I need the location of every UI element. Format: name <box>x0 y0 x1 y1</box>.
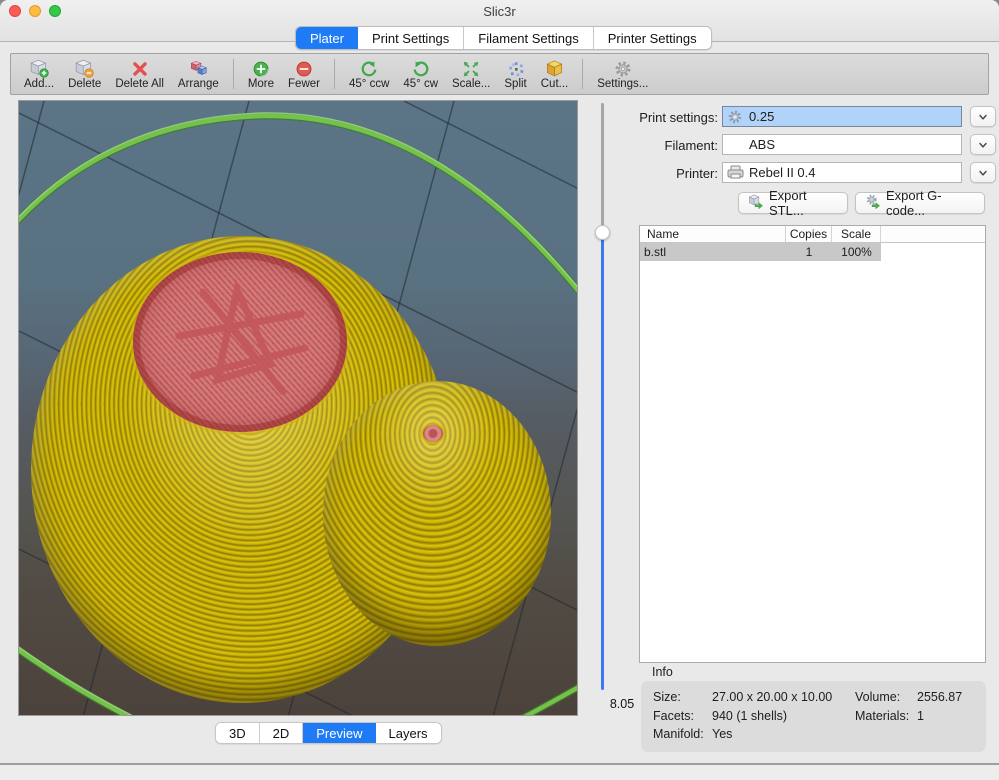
delete-button[interactable]: Delete <box>61 55 108 93</box>
titlebar: Slic3r <box>0 0 999 22</box>
cut-icon <box>545 59 564 78</box>
rotate-ccw-button[interactable]: 45° ccw <box>342 55 396 93</box>
size-value: 27.00 x 20.00 x 10.00 <box>712 690 832 704</box>
layer-slider-thumb[interactable] <box>595 225 610 240</box>
tab-preview[interactable]: Preview <box>303 723 375 743</box>
toolbar-separator <box>582 59 583 89</box>
toolbar-separator <box>233 59 234 89</box>
column-header-scale[interactable]: Scale <box>832 226 881 242</box>
print-settings-dropdown-button[interactable] <box>970 106 996 127</box>
chevron-down-icon <box>977 111 989 123</box>
fewer-button[interactable]: Fewer <box>281 55 327 93</box>
export-stl-button[interactable]: Export STL... <box>738 192 848 214</box>
add-button[interactable]: Add... <box>17 55 61 93</box>
scale-icon <box>462 59 480 78</box>
cell-name: b.stl <box>640 243 786 261</box>
table-row[interactable]: b.stl 1 100% <box>640 243 985 261</box>
scale-button[interactable]: Scale... <box>445 55 497 93</box>
export-stl-label: Export STL... <box>769 188 838 218</box>
export-gcode-label: Export G-code... <box>886 188 975 218</box>
volume-label: Volume: <box>855 690 900 704</box>
printer-label: Printer: <box>622 166 718 181</box>
info-panel: Size: 27.00 x 20.00 x 10.00 Volume: 2556… <box>641 681 986 752</box>
top-infill-small <box>423 425 443 442</box>
manifold-value: Yes <box>712 727 732 741</box>
tab-print-settings[interactable]: Print Settings <box>358 27 464 49</box>
layer-slider-track-lower[interactable] <box>601 233 604 690</box>
export-stl-icon <box>748 194 764 212</box>
tab-plater[interactable]: Plater <box>296 27 358 49</box>
plater-toolbar: Add... Delete Delete All <box>10 53 989 95</box>
sliced-model-small-dome <box>323 381 551 646</box>
tab-printer-settings[interactable]: Printer Settings <box>594 27 711 49</box>
delete-object-icon <box>75 59 94 78</box>
split-button[interactable]: Split <box>497 55 533 93</box>
settings-button[interactable]: Settings... <box>590 55 655 93</box>
layer-slider-track-upper[interactable] <box>601 103 604 233</box>
layer-height-value: 8.05 <box>600 697 644 711</box>
add-object-icon <box>30 59 49 78</box>
printer-dropdown-button[interactable] <box>970 162 996 183</box>
tab-filament-settings[interactable]: Filament Settings <box>464 27 593 49</box>
arrange-icon <box>189 59 208 78</box>
size-label: Size: <box>653 690 681 704</box>
printer-icon <box>727 165 744 180</box>
top-infill-large <box>133 252 347 432</box>
plater-3d-preview[interactable] <box>18 100 578 716</box>
object-list-table[interactable]: Name Copies Scale b.stl 1 100% <box>639 225 986 663</box>
tab-2d[interactable]: 2D <box>260 723 304 743</box>
manifold-label: Manifold: <box>653 727 704 741</box>
cell-copies: 1 <box>786 243 832 261</box>
rotate-cw-button[interactable]: 45° cw <box>396 55 445 93</box>
slic3r-window: Slic3r Plater Print Settings Filament Se… <box>0 0 999 780</box>
filament-label: Filament: <box>622 138 718 153</box>
arrange-button[interactable]: Arrange <box>171 55 226 93</box>
chevron-down-icon <box>977 139 989 151</box>
delete-all-icon <box>131 59 149 78</box>
rotate-cw-icon <box>412 59 430 78</box>
toolbar-separator <box>334 59 335 89</box>
volume-value: 2556.87 <box>917 690 962 704</box>
cell-scale: 100% <box>832 243 881 261</box>
table-header-row: Name Copies Scale <box>640 226 985 243</box>
export-gcode-icon <box>865 194 881 212</box>
print-settings-combo[interactable]: 0.25 <box>722 106 962 127</box>
more-button[interactable]: More <box>241 55 281 93</box>
tab-layers[interactable]: Layers <box>376 723 441 743</box>
print-settings-value: 0.25 <box>749 109 774 124</box>
materials-value: 1 <box>917 709 924 723</box>
export-gcode-button[interactable]: Export G-code... <box>855 192 985 214</box>
printer-value: Rebel II 0.4 <box>749 165 816 180</box>
settings-gear-icon <box>614 59 632 78</box>
info-section-title: Info <box>652 665 673 679</box>
facets-value: 940 (1 shells) <box>712 709 787 723</box>
window-bottom-strip <box>0 765 999 780</box>
main-tab-bar: Plater Print Settings Filament Settings … <box>295 26 712 50</box>
filament-value: ABS <box>749 137 775 152</box>
split-icon <box>507 59 525 78</box>
filament-combo[interactable]: ABS <box>722 134 962 155</box>
column-header-name[interactable]: Name <box>640 226 786 242</box>
tab-3d[interactable]: 3D <box>216 723 260 743</box>
rotate-ccw-icon <box>360 59 378 78</box>
more-icon <box>252 59 270 78</box>
delete-all-button[interactable]: Delete All <box>108 55 171 93</box>
column-header-copies[interactable]: Copies <box>786 226 832 242</box>
window-title: Slic3r <box>0 4 999 19</box>
cut-button[interactable]: Cut... <box>534 55 575 93</box>
printer-combo[interactable]: Rebel II 0.4 <box>722 162 962 183</box>
facets-label: Facets: <box>653 709 694 723</box>
chevron-down-icon <box>977 167 989 179</box>
filament-dropdown-button[interactable] <box>970 134 996 155</box>
preset-gear-icon <box>727 109 744 124</box>
materials-label: Materials: <box>855 709 909 723</box>
view-tab-bar: 3D 2D Preview Layers <box>215 722 442 744</box>
fewer-icon <box>295 59 313 78</box>
print-settings-label: Print settings: <box>622 110 718 125</box>
